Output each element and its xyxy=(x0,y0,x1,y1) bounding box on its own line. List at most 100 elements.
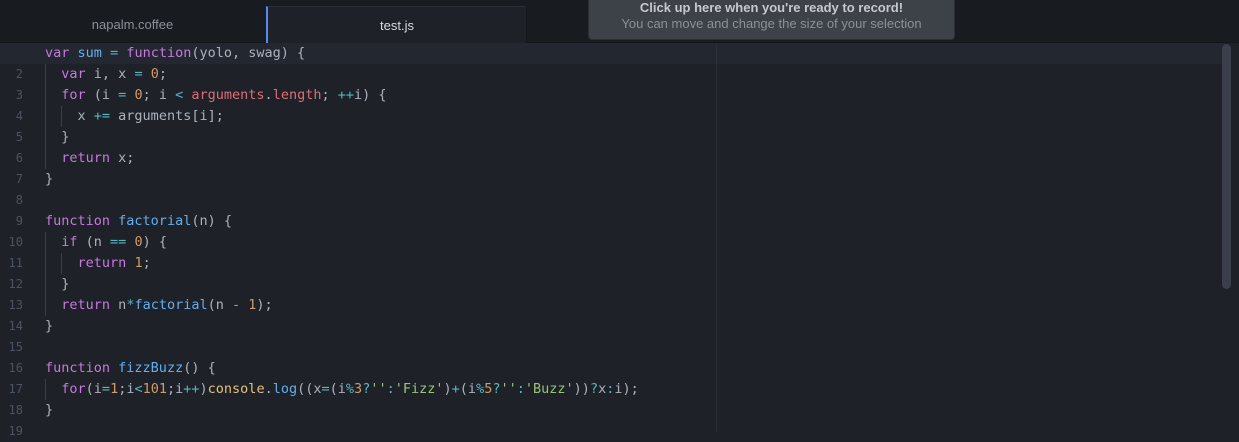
code-token: 3 xyxy=(354,381,363,397)
code-line[interactable]: return x; xyxy=(45,148,715,169)
record-hint-title: Click up here when you're ready to recor… xyxy=(639,0,904,15)
code-token: i); xyxy=(614,381,639,397)
code-line[interactable]: function factorial(n) { xyxy=(45,211,715,232)
code-line[interactable]: } xyxy=(45,274,715,295)
code-line[interactable]: for (i = 0; i < arguments.length; ++i) { xyxy=(45,85,715,106)
indent-guide xyxy=(45,379,46,400)
code-token: log xyxy=(272,381,298,397)
line-number: 3 xyxy=(15,88,23,102)
code-token: : xyxy=(386,381,395,397)
code-token: 1 xyxy=(110,381,119,397)
line-number: 6 xyxy=(15,151,23,165)
code-token: fizzBuzz xyxy=(118,360,184,376)
code-token: ++ xyxy=(183,381,200,397)
line-number: 16 xyxy=(8,361,23,375)
code-token: '' xyxy=(500,381,517,397)
code-token: function xyxy=(45,213,111,229)
code-token: } xyxy=(45,171,54,187)
line-number: 8 xyxy=(15,193,23,207)
indent-guide xyxy=(45,106,46,127)
code-token: } xyxy=(45,318,54,334)
code-token: } xyxy=(45,129,70,145)
code-token: n xyxy=(110,297,127,313)
code-line[interactable]: } xyxy=(45,169,715,190)
code-line[interactable]: return 1; xyxy=(45,253,715,274)
indent-guide xyxy=(45,232,46,253)
code-token: (i xyxy=(329,381,346,397)
line-number: 7 xyxy=(15,172,23,186)
indent-guide xyxy=(61,106,63,127)
code-token: i, x xyxy=(85,66,135,82)
code-line[interactable] xyxy=(45,190,715,211)
code-token: x xyxy=(598,381,607,397)
code-token: return xyxy=(61,150,111,166)
code-token: return xyxy=(61,297,111,313)
indent-guide xyxy=(45,274,46,295)
code-token: ); xyxy=(256,297,273,313)
code-token: 0 xyxy=(134,87,143,103)
code-token: . xyxy=(264,381,273,397)
line-number: 12 xyxy=(8,277,23,291)
tab-napalm-coffee[interactable]: napalm.coffee xyxy=(0,6,265,42)
code-token: arguments xyxy=(191,87,265,103)
code-token: function xyxy=(126,45,192,61)
code-token: ((x xyxy=(297,381,322,397)
code-line[interactable]: if (n == 0) { xyxy=(45,232,715,253)
code-line[interactable]: var i, x = 0; xyxy=(45,64,715,85)
tab-test-js[interactable]: test.js xyxy=(266,6,527,43)
indent-guide xyxy=(45,148,46,169)
line-number: 11 xyxy=(8,256,23,270)
code-token: x; xyxy=(110,150,135,166)
code-line[interactable]: x += arguments[i]; xyxy=(45,106,715,127)
code-token: factorial xyxy=(118,213,192,229)
code-token: ; xyxy=(158,66,167,82)
code-token: (n xyxy=(207,297,232,313)
wrap-guide xyxy=(716,43,717,432)
code-line[interactable] xyxy=(45,337,715,358)
line-number: 13 xyxy=(8,298,23,312)
record-selection-hint[interactable]: Click up here when you're ready to recor… xyxy=(588,0,955,40)
indent-guide xyxy=(45,64,46,85)
code-line[interactable]: } xyxy=(45,400,715,421)
vertical-scrollbar[interactable] xyxy=(1222,44,1231,289)
code-token: % xyxy=(476,381,485,397)
code-line[interactable]: function fizzBuzz() { xyxy=(45,358,715,379)
code-area[interactable]: var sum = function(yolo, swag) { var i, … xyxy=(0,43,1225,432)
code-line[interactable]: return n*factorial(n - 1); xyxy=(45,295,715,316)
code-token: } xyxy=(45,402,54,418)
indent-guide xyxy=(45,295,46,316)
code-line[interactable]: for(i=1;i<101;i++)console.log((x=(i%3?''… xyxy=(45,379,715,400)
code-token: == xyxy=(110,234,127,250)
code-token: sum xyxy=(77,45,102,61)
code-token: return xyxy=(77,255,127,271)
code-editor[interactable]: 12345678910111213141516171819 var sum = … xyxy=(0,43,1239,438)
code-line[interactable]: var sum = function(yolo, swag) { xyxy=(0,43,1225,64)
code-token: ? xyxy=(589,381,599,397)
code-line[interactable]: } xyxy=(45,127,715,148)
code-token: x xyxy=(45,108,94,124)
code-token: ; xyxy=(142,255,151,271)
code-token: ) xyxy=(199,381,208,397)
code-token: ) { xyxy=(142,234,167,250)
code-line[interactable]: } xyxy=(45,316,715,337)
code-token: i) { xyxy=(354,87,387,103)
code-token: = xyxy=(134,66,143,82)
code-token: for xyxy=(61,381,86,397)
code-token: - xyxy=(232,297,241,313)
code-token: () { xyxy=(183,360,216,376)
code-token: length xyxy=(272,87,322,103)
line-number: 14 xyxy=(8,319,23,333)
code-token: < xyxy=(134,381,143,397)
code-token: 101 xyxy=(142,381,167,397)
code-token: = xyxy=(101,381,111,397)
code-token: : xyxy=(516,381,525,397)
